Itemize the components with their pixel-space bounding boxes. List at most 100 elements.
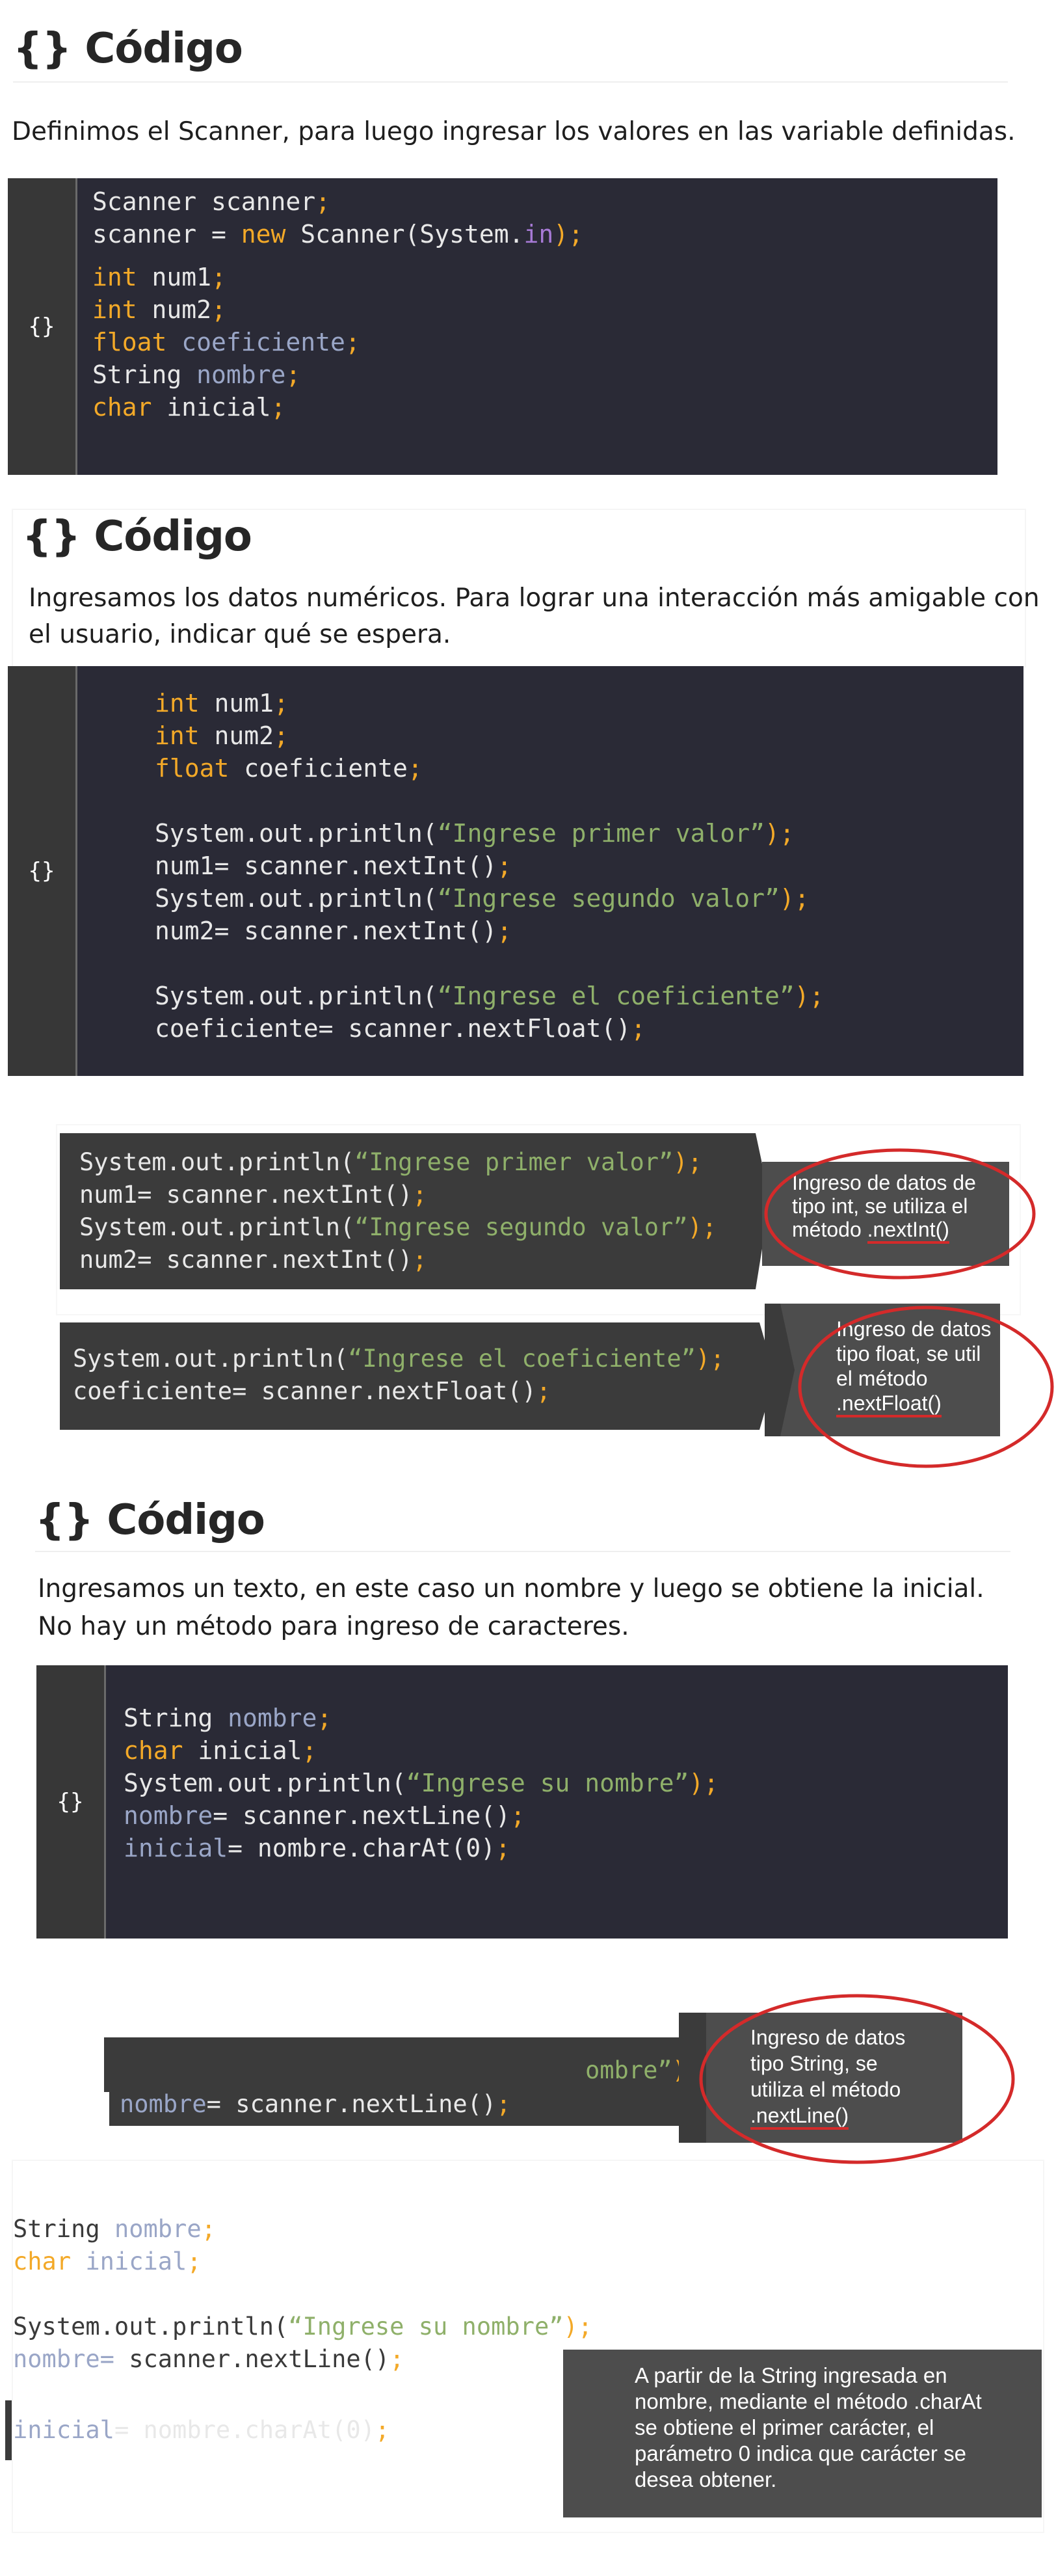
code-line: String nombre;: [124, 1702, 719, 1734]
code-line: String nombre;: [13, 2213, 592, 2246]
braces-icon: {}: [57, 1789, 84, 1815]
code-token: ;: [497, 917, 512, 945]
int-callout-note: Ingreso de datos de tipo int, se utiliza…: [762, 1162, 1009, 1266]
section-3-title-rule: [35, 1551, 1010, 1552]
code-line: int num1;: [155, 687, 825, 719]
code-token: ;: [510, 1801, 525, 1830]
code-token: ;: [412, 1246, 427, 1274]
code-line: inicial= nombre.charAt(0);: [124, 1832, 719, 1864]
code-token: coeficiente= scanner.nextFloat(): [73, 1377, 536, 1405]
method-highlight: .nextFloat(): [836, 1391, 942, 1417]
code-token: “Ingrese primer valor”: [354, 1148, 674, 1176]
code-token: new: [241, 220, 286, 248]
code-line: System.out.println(“Ingrese su nombre”);: [124, 1767, 719, 1799]
code-token: coeficiente= scanner.nextFloat(): [155, 1014, 631, 1043]
code-token: ;: [274, 689, 289, 718]
code-token: “Ingrese segundo valor”: [437, 884, 780, 913]
code-token: “Ingrese el coeficiente”: [348, 1345, 696, 1373]
code-token: char: [92, 393, 152, 422]
code-line: char inicial;: [13, 2246, 592, 2278]
code-token: “Ingrese su nombre”: [406, 1769, 689, 1797]
code-token: inicial: [152, 393, 271, 422]
code-token: coeficiente: [229, 754, 408, 783]
code-listing: String nombre; char inicial; System.out.pr…: [124, 1702, 719, 1864]
code-token: int: [155, 721, 200, 750]
code-token: char: [124, 1736, 183, 1765]
code-line: int num2;: [155, 719, 825, 752]
code-token: inicial: [124, 1834, 228, 1862]
code-line: nombre= scanner.nextLine();: [120, 2088, 510, 2121]
string-callout-note: Ingreso de datos tipo String, se utiliza…: [706, 2013, 962, 2143]
code-token: ;: [497, 852, 512, 880]
code-token: ;: [375, 2416, 390, 2444]
code-line: num1= scanner.nextInt();: [79, 1179, 717, 1211]
code-token: );: [779, 884, 810, 913]
note-line: el método: [836, 1367, 928, 1390]
code-token: ;: [211, 295, 226, 324]
code-token: = scanner.nextLine(): [206, 2090, 497, 2118]
code-token: );: [695, 1345, 725, 1373]
int-callout-code: System.out.println(“Ingrese primer valor…: [79, 1146, 717, 1276]
code-token: float: [155, 754, 230, 783]
code-token: String: [124, 1704, 228, 1732]
note-line: .nextFloat(): [836, 1391, 1000, 1417]
code-line: nombre= scanner.nextLine();: [13, 2343, 592, 2376]
section-2-title: {} Código: [22, 513, 252, 561]
code-token: int: [92, 295, 137, 324]
code-line: num2= scanner.nextInt();: [79, 1244, 717, 1276]
code-line: nombre= scanner.nextLine();: [124, 1799, 719, 1832]
code-line: inicial= nombre.charAt(0);: [13, 2414, 389, 2447]
code-line: System.out.println(“Ingrese el coeficien…: [155, 980, 825, 1012]
section-2-description: Ingresamos los datos numéricos. Para log…: [29, 580, 1040, 653]
description-line: Definimos el Scanner, para luego ingresa…: [12, 117, 1016, 146]
charat-callout-note: A partir de la String ingresada en nombr…: [563, 2350, 1042, 2517]
code-token: System.out.println(: [13, 2313, 289, 2341]
code-token: );: [794, 982, 825, 1010]
code-token: ;: [389, 2345, 404, 2373]
code-line: coeficiente= scanner.nextFloat();: [155, 1012, 825, 1045]
braces-icon: {}: [28, 858, 55, 884]
code-token: nombre: [228, 1704, 317, 1732]
note-line: desea obtener.: [635, 2467, 777, 2491]
code-token: nombre: [124, 1801, 213, 1830]
code-line: System.out.println(“Ingrese segundo valo…: [79, 1211, 717, 1244]
code-line: String nombre;: [92, 358, 583, 391]
code-token: “Ingrese su nombre”: [288, 2313, 564, 2341]
note-line: tipo float, se util: [836, 1342, 981, 1365]
code-token: ;: [495, 1834, 510, 1862]
code-token: = nombre.charAt(0): [114, 2416, 375, 2444]
code-token: nombre: [13, 2345, 100, 2373]
code-token: System.out.println(: [155, 819, 438, 848]
string-note-tab: [679, 2013, 709, 2143]
code-token: “Ingrese segundo valor”: [354, 1213, 688, 1241]
code-line: scanner = new Scanner(System.in);: [92, 218, 583, 250]
code-line: coeficiente= scanner.nextFloat();: [73, 1375, 724, 1408]
code-token: int: [155, 689, 200, 718]
code-token: );: [689, 1769, 719, 1797]
section-1-title: {} Código: [13, 25, 243, 73]
code-token: “Ingrese el coeficiente”: [437, 982, 795, 1010]
code-token: int: [92, 263, 137, 291]
code-token: ;: [412, 1181, 427, 1209]
code-token: num2= scanner.nextInt(): [79, 1246, 413, 1274]
code-token: ;: [187, 2247, 202, 2275]
code-token: ;: [271, 393, 286, 422]
code-gutter: {}: [8, 666, 77, 1076]
code-line: char inicial;: [92, 391, 583, 423]
note-line: A partir de la String ingresada en: [635, 2363, 947, 2387]
code-gutter: {}: [8, 178, 77, 475]
note-line: Ingreso de datos: [836, 1317, 992, 1341]
code-line: System.out.println(“Ingrese segundo valo…: [155, 882, 825, 915]
code-token: ;: [345, 328, 360, 356]
code-token: System.out.println(: [155, 884, 438, 913]
code-line: System.out.println(“Ingrese su nombre”);: [13, 2311, 592, 2343]
code-token: char: [13, 2247, 72, 2275]
note-line: método .nextInt(): [792, 1218, 995, 1244]
code-listing: Scanner scanner; scanner = new Scanner(Sy…: [92, 185, 583, 423]
code-token: ;: [315, 187, 331, 216]
code-token: );: [553, 220, 583, 248]
code-token: num1= scanner.nextInt(): [155, 852, 497, 880]
